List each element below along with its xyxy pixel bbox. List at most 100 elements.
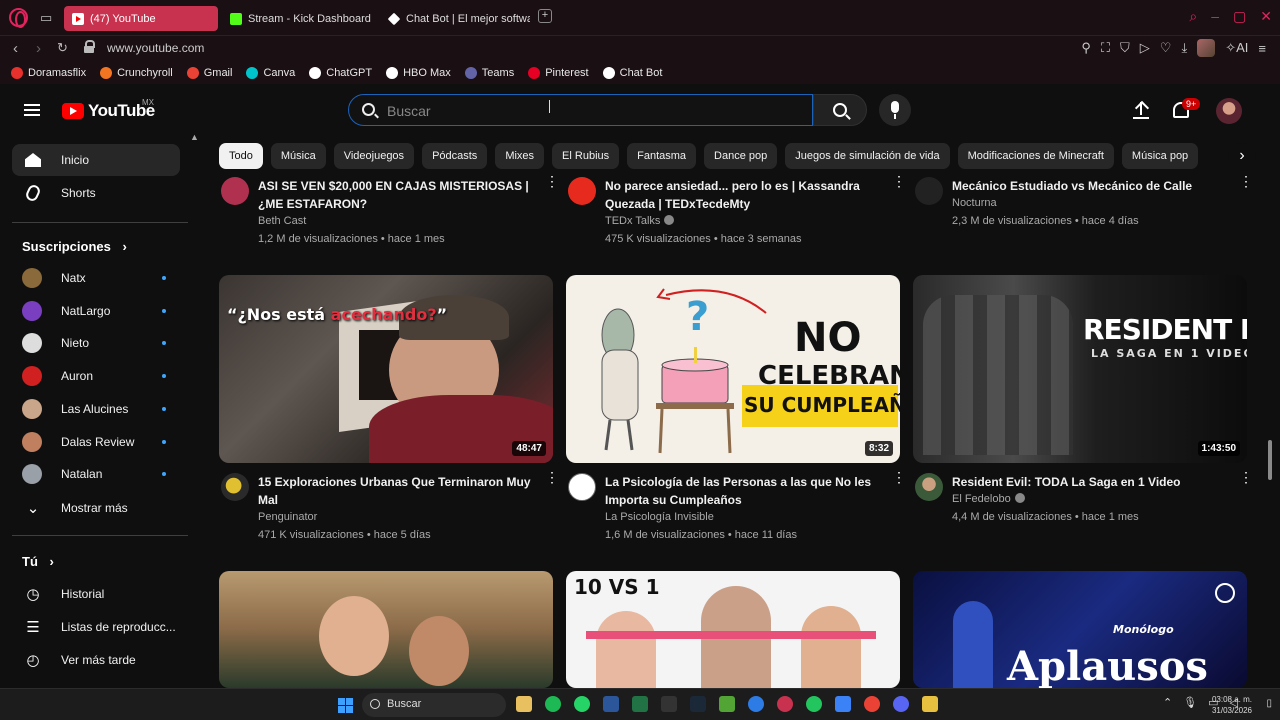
mic-icon[interactable]: 🎙 [1183, 696, 1197, 709]
back-button[interactable]: ‹ [13, 40, 18, 57]
more-actions-icon[interactable]: ⋮ [545, 174, 559, 188]
more-actions-icon[interactable]: ⋮ [545, 470, 559, 484]
sidebar-subscription-item[interactable]: Auron [12, 360, 180, 392]
snapshot-icon[interactable]: ⛶ [1101, 40, 1110, 56]
play-icon[interactable]: ▷ [1140, 40, 1150, 56]
video-title[interactable]: La Psicología de las Personas a las que … [605, 473, 880, 509]
notification-center-icon[interactable]: ▯ [1266, 698, 1272, 709]
search-box[interactable] [348, 94, 813, 126]
bookmark-item[interactable]: Crunchyroll [100, 67, 173, 79]
bookmark-item[interactable]: Teams [464, 67, 514, 79]
channel-avatar[interactable] [568, 473, 596, 501]
tab-youtube[interactable]: (47) YouTube [64, 6, 218, 31]
sidebar-item-shorts[interactable]: Shorts [12, 177, 180, 209]
maximize-button[interactable]: ▢ [1233, 8, 1246, 25]
bookmark-item[interactable]: Canva [246, 67, 295, 79]
windows-start-icon[interactable] [338, 698, 353, 713]
sidebar-subscription-item[interactable]: Las Alucines [12, 393, 180, 425]
more-actions-icon[interactable]: ⋮ [892, 174, 906, 188]
filter-chip[interactable]: Videojuegos [333, 143, 415, 169]
show-more-button[interactable]: ⌄ Mostrar más [12, 492, 180, 524]
forward-button[interactable]: › [36, 40, 41, 57]
sidebar-item-historial[interactable]: ◷ Historial [12, 578, 180, 610]
app-icon[interactable] [835, 696, 851, 712]
sidebar-item-playlists[interactable]: ☰ Listas de reproducc... [12, 611, 180, 643]
spotify-icon[interactable] [545, 696, 561, 712]
chevron-up-icon[interactable]: ⌃ [1163, 696, 1172, 709]
voice-search-button[interactable] [879, 94, 911, 126]
opera-gx-icon[interactable] [777, 696, 793, 712]
filter-chip[interactable]: Fantasma [627, 143, 697, 169]
filter-chip[interactable]: Juegos de simulación de vida [785, 143, 950, 169]
pin-icon[interactable]: ⚲ [1081, 40, 1091, 56]
app-icon[interactable] [748, 696, 764, 712]
video-thumbnail[interactable]: 10 VS 1 [566, 571, 900, 688]
bookmark-item[interactable]: Doramasflix [11, 67, 86, 79]
close-button[interactable]: ✕ [1260, 8, 1272, 25]
minecraft-icon[interactable] [719, 696, 735, 712]
bookmark-item[interactable]: HBO Max [386, 67, 451, 79]
sidebar-subscription-item[interactable]: Dalas Review [12, 426, 180, 458]
whatsapp-icon[interactable] [574, 696, 590, 712]
video-thumbnail[interactable]: ? NO CELEBRAN SU CUMPLEAÑOS 8:32 [566, 275, 900, 463]
channel-avatar[interactable] [915, 473, 943, 501]
reload-button[interactable]: ↻ [57, 40, 68, 56]
bookmark-item[interactable]: Gmail [186, 67, 232, 79]
sidebar-item-inicio[interactable]: Inicio [12, 144, 180, 176]
app-icon[interactable] [806, 696, 822, 712]
chrome-icon[interactable] [864, 696, 880, 712]
channel-name[interactable]: La Psicología Invisible [605, 511, 714, 523]
bookmark-item[interactable]: Chat Bot [602, 67, 662, 79]
file-explorer-icon[interactable] [516, 696, 532, 712]
chips-next-button[interactable]: › [1228, 143, 1256, 171]
video-thumbnail[interactable]: Monólogo Aplausos [913, 571, 1247, 688]
taskbar-clock[interactable]: 03:08 a. m. 31/03/2026 [1212, 694, 1252, 716]
filter-chip[interactable]: Todo [219, 143, 263, 169]
more-actions-icon[interactable]: ⋮ [892, 470, 906, 484]
aria-ai-button[interactable]: ✧AI [1225, 40, 1248, 56]
steam-icon[interactable] [690, 696, 706, 712]
video-title[interactable]: Resident Evil: TODA La Saga en 1 Video [952, 473, 1227, 491]
guide-menu-icon[interactable] [24, 104, 40, 116]
tab-menu-icon[interactable]: ▭ [40, 10, 52, 26]
sidebar-subscription-item[interactable]: Natalan [12, 458, 180, 490]
download-icon[interactable]: ⤓ [1181, 40, 1187, 56]
filter-chip[interactable]: El Rubius [552, 143, 620, 169]
channel-avatar[interactable] [221, 177, 249, 205]
filter-chip[interactable]: Dance pop [704, 143, 778, 169]
channel-name[interactable]: Penguinator [258, 511, 317, 523]
filter-chip[interactable]: Modificaciones de Minecraft [957, 143, 1114, 169]
more-actions-icon[interactable]: ⋮ [1239, 174, 1253, 188]
new-tab-button[interactable]: + [538, 9, 552, 23]
bookmark-item[interactable]: ChatGPT [309, 67, 372, 79]
opera-logo-icon[interactable] [9, 8, 28, 28]
video-thumbnail[interactable] [219, 571, 553, 688]
video-title[interactable]: 15 Exploraciones Urbanas Que Terminaron … [258, 473, 533, 509]
channel-name[interactable]: El Fedelobo [952, 493, 1025, 505]
channel-avatar[interactable] [915, 177, 943, 205]
video-thumbnail[interactable]: “¿Nos está acechando?” 48:47 [219, 275, 553, 463]
channel-name[interactable]: Nocturna [952, 197, 997, 209]
video-title[interactable]: No parece ansiedad... pero lo es | Kassa… [605, 177, 880, 213]
minimize-button[interactable]: – [1211, 8, 1219, 25]
word-icon[interactable] [603, 696, 619, 712]
search-button[interactable] [813, 94, 867, 126]
filter-chip[interactable]: Mixes [495, 143, 545, 169]
video-title[interactable]: ASI SE VEN $20,000 EN CAJAS MISTERIOSAS … [258, 177, 533, 213]
page-scrollbar[interactable] [1268, 440, 1272, 480]
search-tabs-icon[interactable]: ⌕ [1189, 8, 1197, 25]
browser-profile-avatar[interactable] [1197, 39, 1216, 57]
channel-avatar[interactable] [568, 177, 596, 205]
you-heading[interactable]: Tú › [22, 554, 54, 569]
more-actions-icon[interactable]: ⋮ [1239, 470, 1253, 484]
tab-kick[interactable]: Stream - Kick Dashboard [222, 6, 374, 31]
lock-icon[interactable] [84, 40, 95, 53]
video-thumbnail[interactable]: RESIDENT EVIL LA SAGA EN 1 VIDEO 1:43:50 [913, 275, 1247, 463]
filter-chip[interactable]: Música [270, 143, 326, 169]
menu-icon[interactable]: ≡ [1258, 41, 1266, 56]
tab-chatbot[interactable]: Chat Bot | El mejor software [380, 6, 530, 31]
taskbar-search[interactable]: Buscar [362, 693, 506, 717]
url-field[interactable]: www.youtube.com [107, 41, 204, 55]
sidebar-subscription-item[interactable]: Natx [12, 262, 180, 294]
channel-name[interactable]: Beth Cast [258, 215, 306, 227]
